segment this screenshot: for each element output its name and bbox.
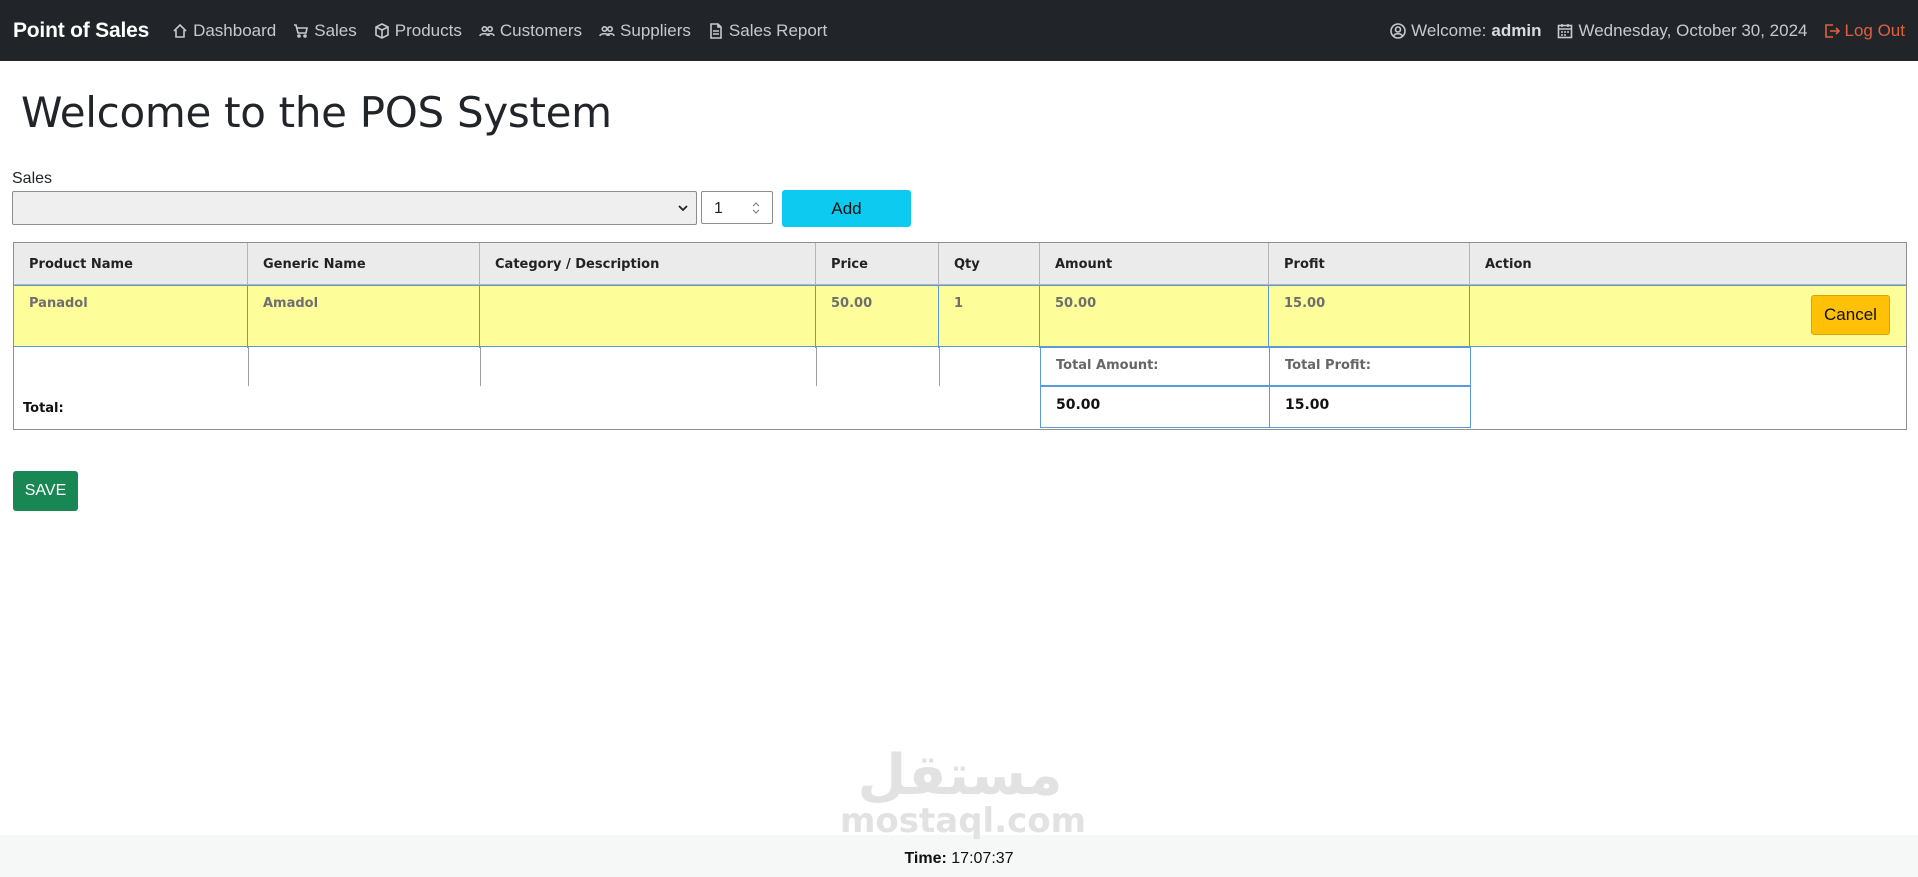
total-profit-value: 15.00 — [1285, 397, 1330, 413]
calendar-icon — [1558, 23, 1573, 38]
username: admin — [1491, 20, 1542, 40]
current-date: Wednesday, October 30, 2024 — [1557, 20, 1808, 41]
cell-category — [480, 286, 816, 348]
header-generic-name: Generic Name — [248, 243, 480, 285]
logout-icon — [1824, 23, 1840, 38]
nav-item-suppliers-label: Suppliers — [620, 20, 691, 40]
watermark-latin: mostaql.com — [840, 801, 1087, 841]
header-price: Price — [816, 243, 939, 285]
nav-item-sales-report[interactable]: Sales Report — [708, 21, 827, 41]
cell-generic-name: Amadol — [248, 286, 480, 348]
logout-label: Log Out — [1844, 20, 1906, 40]
quantity-input[interactable]: 1 — [701, 191, 773, 224]
column-divider — [480, 347, 481, 386]
people-icon — [599, 25, 615, 36]
nav-item-sales[interactable]: Sales — [293, 21, 357, 41]
column-divider — [816, 347, 817, 386]
nav-item-dashboard-label: Dashboard — [193, 20, 277, 40]
sales-table: Product Name Generic Name Category / Des… — [13, 242, 1907, 430]
user-circle-icon — [1390, 22, 1406, 39]
nav-item-suppliers[interactable]: Suppliers — [599, 21, 691, 41]
brand-title[interactable]: Point of Sales — [13, 19, 149, 43]
stepper-icon[interactable] — [752, 200, 760, 216]
watermark-arabic: مستقل — [857, 743, 1063, 808]
date-text: Wednesday, October 30, 2024 — [1578, 20, 1808, 40]
header-qty: Qty — [939, 243, 1040, 285]
nav-item-dashboard[interactable]: Dashboard — [172, 21, 276, 41]
total-amount-value: 50.00 — [1056, 397, 1101, 413]
total-profit-label: Total Profit: — [1285, 358, 1371, 373]
total-profit-label-cell: Total Profit: — [1269, 347, 1471, 386]
cell-product-name: Panadol — [14, 286, 248, 348]
total-amount-cell: 50.00 — [1040, 386, 1270, 428]
header-profit: Profit — [1269, 243, 1470, 285]
nav-item-customers-label: Customers — [499, 20, 583, 40]
sales-label: Sales — [12, 170, 53, 187]
time-value: 17:07:37 — [951, 850, 1014, 867]
cell-amount: 50.00 — [1040, 286, 1269, 348]
nav-item-sales-report-label: Sales Report — [728, 20, 828, 40]
total-amount-label: Total Amount: — [1056, 358, 1159, 373]
nav-item-sales-label: Sales — [314, 20, 357, 40]
house-icon — [173, 23, 187, 38]
box-icon — [374, 22, 389, 39]
footer-clock: Time: 17:07:37 — [0, 850, 1918, 868]
welcome-user: Welcome: admin — [1390, 21, 1541, 41]
cell-price: 50.00 — [816, 286, 939, 348]
cancel-button[interactable]: Cancel — [1811, 295, 1890, 335]
top-navbar: Point of Sales Dashboard Sales Products … — [0, 0, 1918, 61]
chevron-down-icon — [678, 205, 688, 212]
nav-item-products-label: Products — [394, 20, 462, 40]
nav-item-customers[interactable]: Customers — [479, 21, 582, 41]
nav-item-products[interactable]: Products — [374, 21, 462, 41]
product-select[interactable] — [12, 191, 697, 225]
table-header: Product Name Generic Name Category / Des… — [14, 243, 1906, 285]
header-product-name: Product Name — [14, 243, 248, 285]
add-button[interactable]: Add — [782, 190, 911, 227]
logout-link[interactable]: Log Out — [1824, 20, 1906, 41]
time-label: Time: — [904, 850, 947, 867]
people-icon — [479, 25, 495, 36]
cell-profit: 15.00 — [1269, 286, 1470, 348]
save-button[interactable]: SAVE — [13, 471, 78, 511]
welcome-label: Welcome: — [1411, 20, 1487, 40]
cell-qty: 1 — [939, 286, 1040, 348]
header-category: Category / Description — [480, 243, 816, 285]
quantity-value: 1 — [714, 200, 723, 217]
header-action: Action — [1485, 257, 1532, 272]
cart-icon — [294, 23, 309, 38]
document-icon — [710, 22, 722, 39]
watermark-logo: مستقل mostaql.com — [840, 743, 1087, 841]
page-title: Welcome to the POS System — [21, 88, 612, 137]
column-divider — [248, 347, 249, 386]
total-amount-label-cell: Total Amount: — [1040, 347, 1270, 386]
total-profit-cell: 15.00 — [1269, 386, 1471, 428]
column-divider — [939, 347, 940, 386]
navbar-right: Welcome: admin Wednesday, October 30, 20… — [1374, 21, 1905, 41]
total-label: Total: — [23, 401, 64, 416]
header-amount: Amount — [1040, 243, 1269, 285]
table-row: Panadol Amadol 50.00 1 50.00 15.00 — [14, 285, 1906, 348]
